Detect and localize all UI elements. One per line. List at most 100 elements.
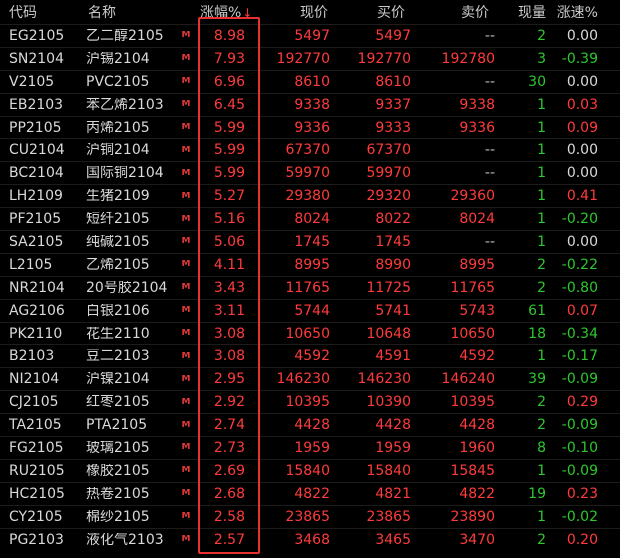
bid-price: 4428 (375, 418, 411, 433)
table-row[interactable]: NI2104 沪镍2104 M 2.95 146230 146230 146240 39 -0.… (0, 367, 620, 390)
ask-price: -- (484, 166, 495, 181)
header-volume[interactable]: 现量 (495, 2, 550, 22)
change-pct: 5.27 (213, 189, 245, 204)
table-row[interactable]: BC2104 国际铜2104 M 5.99 59970 59970 -- 1 0.00 (0, 161, 620, 184)
table-row[interactable]: EG2105 乙二醇2105 M 8.98 5497 5497 -- 2 0.00 (0, 24, 620, 47)
last-volume: 1 (537, 120, 546, 135)
change-pct: 5.06 (213, 234, 245, 249)
change-speed: 0.07 (566, 303, 598, 318)
main-contract-flag: M (181, 237, 191, 247)
last-price: 29380 (285, 189, 330, 204)
table-header: 代码 名称 涨幅%↓ 现价 买价 卖价 现量 涨速% (0, 0, 620, 24)
last-price: 59970 (285, 166, 330, 181)
contract-name: 花生2110 (86, 326, 150, 341)
table-row[interactable]: AG2106 白银2106 M 3.11 5744 5741 5743 61 0.07 (0, 298, 620, 322)
change-speed: 0.00 (566, 74, 598, 89)
table-row[interactable]: CY2105 棉纱2105 M 2.58 23865 23865 23890 1 -0.02 (0, 504, 620, 528)
last-price: 15840 (285, 463, 330, 478)
contract-code: FG2105 (9, 440, 64, 455)
change-speed: -0.22 (561, 257, 598, 272)
change-speed: -0.09 (561, 372, 598, 387)
header-bid[interactable]: 买价 (330, 2, 411, 22)
header-ask[interactable]: 卖价 (411, 2, 495, 22)
contract-code: V2105 (9, 74, 55, 89)
bid-price: 8022 (375, 212, 411, 227)
contract-code: HC2105 (9, 486, 65, 501)
header-pct[interactable]: 涨幅%↓ (197, 2, 257, 22)
main-contract-flag: M (181, 191, 191, 201)
ask-price: -- (484, 28, 495, 43)
change-speed: 0.00 (566, 166, 598, 181)
quote-table: 代码 名称 涨幅%↓ 现价 买价 卖价 现量 涨速% EG2105 乙二醇2105… (0, 0, 620, 558)
table-row[interactable]: PG2103 液化气2103 M 2.57 3468 3465 3470 2 0.20 (0, 527, 620, 551)
change-pct: 7.93 (213, 51, 245, 66)
header-code[interactable]: 代码 (0, 2, 78, 22)
change-pct: 2.57 (213, 532, 245, 547)
change-speed: -0.02 (561, 509, 598, 524)
table-row[interactable]: CU2104 沪铜2104 M 5.99 67370 67370 -- 1 0.00 (0, 138, 620, 161)
change-pct: 4.11 (213, 257, 245, 272)
header-price[interactable]: 现价 (257, 2, 330, 22)
last-volume: 1 (537, 143, 546, 158)
bid-price: 192770 (357, 51, 411, 66)
contract-name: 丙烯2105 (86, 120, 150, 135)
table-row[interactable]: L2105 乙烯2105 M 4.11 8995 8990 8995 2 -0.22 (0, 252, 620, 276)
main-contract-flag: M (181, 374, 191, 384)
bid-price: 29320 (366, 189, 411, 204)
last-price: 4822 (294, 486, 330, 501)
change-speed: -0.17 (561, 349, 598, 364)
table-row[interactable]: PP2105 丙烯2105 M 5.99 9336 9333 9336 1 0.09 (0, 115, 620, 139)
main-contract-flag: M (181, 512, 191, 522)
table-row[interactable]: RU2105 橡胶2105 M 2.69 15840 15840 15845 1 -0.09 (0, 458, 620, 482)
last-volume: 61 (528, 303, 546, 318)
ask-price: 10395 (450, 395, 495, 410)
table-row[interactable]: LH2109 生猪2109 M 5.27 29380 29320 29360 1 0.41 (0, 184, 620, 207)
last-volume: 1 (537, 463, 546, 478)
contract-code: NR2104 (9, 280, 65, 295)
contract-code: CJ2105 (9, 395, 59, 410)
last-volume: 1 (537, 212, 546, 227)
table-row[interactable]: EB2103 苯乙烯2103 M 6.45 9338 9337 9338 1 0.03 (0, 92, 620, 116)
last-volume: 1 (537, 189, 546, 204)
table-row[interactable]: NR2104 20号胶2104 M 3.43 11765 11725 11765 2 -0.80 (0, 275, 620, 299)
contract-code: AG2106 (9, 303, 65, 318)
table-row[interactable]: PK2110 花生2110 M 3.08 10650 10648 10650 18 -0.34 (0, 321, 620, 345)
table-row[interactable]: SN2104 沪锡2104 M 7.93 192770 192770 192780 3 -0.3… (0, 46, 620, 70)
last-volume: 19 (528, 486, 546, 501)
main-contract-flag: M (181, 77, 191, 87)
table-row[interactable]: CJ2105 红枣2105 M 2.92 10395 10390 10395 2 0.29 (0, 390, 620, 413)
contract-code: EB2103 (9, 97, 64, 112)
contract-code: L2105 (9, 257, 53, 272)
bid-price: 3465 (375, 532, 411, 547)
contract-code: SN2104 (9, 51, 64, 66)
table-row[interactable]: TA2105 PTA2105 M 2.74 4428 4428 4428 2 -0.09 (0, 413, 620, 436)
main-contract-flag: M (181, 351, 191, 361)
contract-name: 乙二醇2105 (86, 28, 164, 43)
bid-price: 5497 (375, 28, 411, 43)
change-pct: 3.08 (213, 349, 245, 364)
table-row[interactable]: V2105 PVC2105 M 6.96 8610 8610 -- 30 0.00 (0, 69, 620, 93)
header-speed[interactable]: 涨速% (550, 2, 620, 22)
contract-code: SA2105 (9, 234, 64, 249)
contract-code: BC2104 (9, 166, 64, 181)
table-row[interactable]: B2103 豆二2103 M 3.08 4592 4591 4592 1 -0.17 (0, 344, 620, 367)
ask-price: 146240 (441, 372, 495, 387)
contract-name: 豆二2103 (86, 349, 150, 364)
table-row[interactable]: SA2105 纯碱2105 M 5.06 1745 1745 -- 1 0.00 (0, 230, 620, 253)
change-pct: 5.16 (213, 212, 245, 227)
table-row[interactable]: FG2105 玻璃2105 M 2.73 1959 1959 1960 8 -0.10 (0, 436, 620, 459)
ask-price: 15845 (450, 463, 495, 478)
header-name[interactable]: 名称 (78, 2, 175, 22)
main-contract-flag: M (181, 306, 191, 316)
main-contract-flag: M (181, 100, 191, 110)
last-volume: 2 (537, 28, 546, 43)
bid-price: 10390 (366, 395, 411, 410)
table-row[interactable]: HC2105 热卷2105 M 2.68 4822 4821 4822 19 0.23 (0, 481, 620, 505)
ask-price: -- (484, 74, 495, 89)
main-contract-flag: M (181, 443, 191, 453)
last-price: 4592 (294, 349, 330, 364)
change-speed: -0.39 (561, 51, 598, 66)
main-contract-flag: M (181, 466, 191, 476)
table-row[interactable]: PF2105 短纤2105 M 5.16 8024 8022 8024 1 -0.20 (0, 207, 620, 230)
contract-name: 生猪2109 (86, 189, 150, 204)
